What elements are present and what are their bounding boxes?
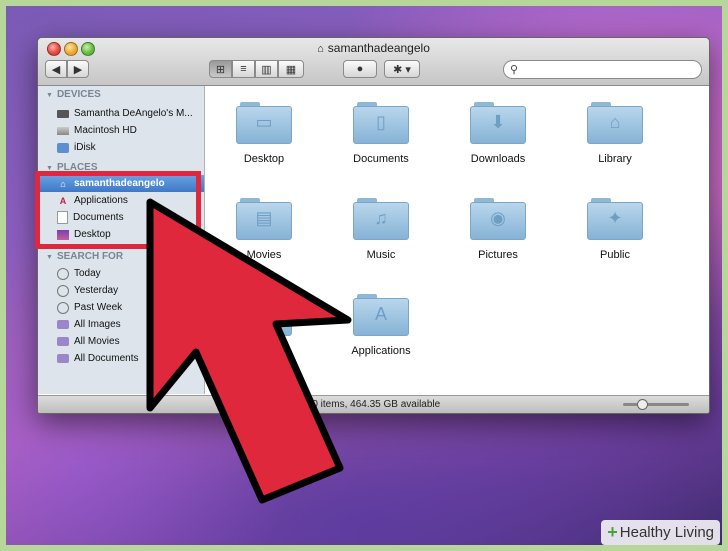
watermark-text: Healthy Living	[619, 524, 714, 541]
pointer-arrow-annotation	[146, 198, 352, 504]
watermark: + Healthy Living	[601, 520, 720, 545]
plus-icon: +	[607, 522, 618, 542]
